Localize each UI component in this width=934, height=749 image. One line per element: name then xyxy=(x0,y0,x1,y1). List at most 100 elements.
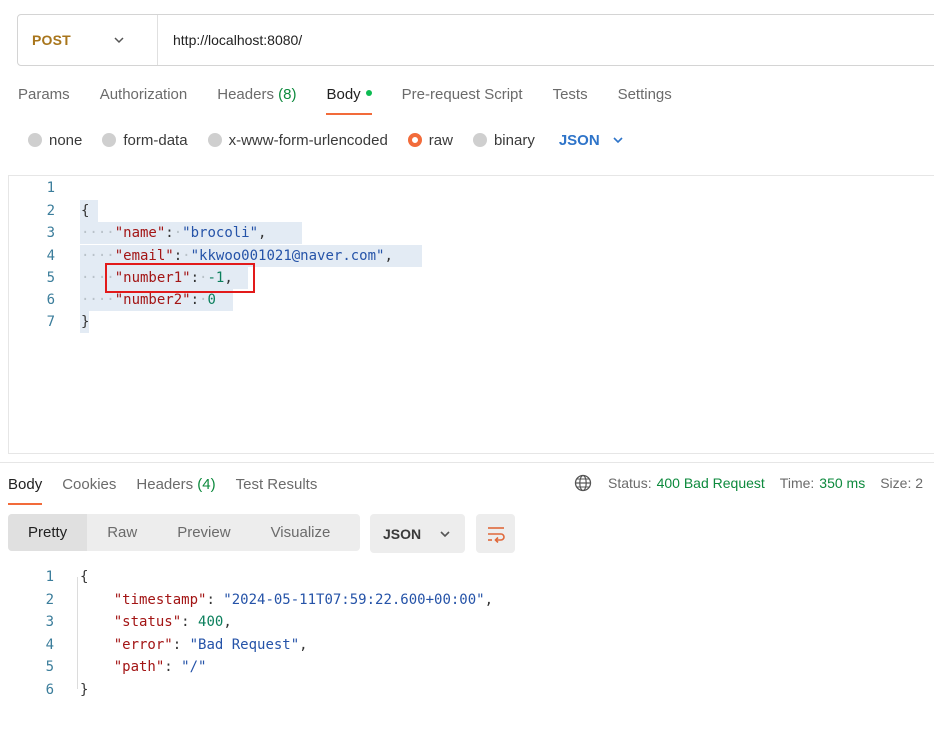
json-key: "email" xyxy=(114,248,174,264)
tab-label: Headers xyxy=(217,86,274,103)
tab-label: Settings xyxy=(617,86,672,103)
json-value: "/" xyxy=(181,659,207,675)
response-format-dropdown[interactable]: JSON xyxy=(370,514,465,553)
method-selector[interactable]: POST xyxy=(18,15,158,65)
radio-none[interactable]: none xyxy=(28,132,82,149)
line-number: 2 xyxy=(45,592,54,608)
request-body-editor[interactable]: 1 2{ 3 ····"name":·"brocoli", 4 ····"email… xyxy=(8,175,934,454)
radio-circle-icon xyxy=(207,133,222,147)
json-key: "number2" xyxy=(114,292,191,308)
line-number: 6 xyxy=(45,682,54,698)
response-format-label: JSON xyxy=(383,525,422,542)
tab-label: Test Results xyxy=(235,476,318,493)
headers-count: (4) xyxy=(197,476,216,493)
radio-urlencoded[interactable]: x-www-form-urlencoded xyxy=(207,131,388,149)
line-number: 7 xyxy=(46,314,55,330)
response-tab-body[interactable]: Body xyxy=(8,472,43,505)
wrap-lines-button[interactable] xyxy=(476,514,515,553)
tab-params[interactable]: Params xyxy=(18,82,70,112)
tab-body[interactable]: Body xyxy=(326,82,372,115)
radio-label: form-data xyxy=(123,131,188,149)
line-number: 2 xyxy=(46,203,55,219)
status-label: Status: xyxy=(608,475,652,491)
json-value: "Bad Request" xyxy=(189,637,300,653)
line-number: 3 xyxy=(45,614,54,630)
json-key: "timestamp" xyxy=(113,592,207,608)
json-value: 400 xyxy=(198,614,224,630)
url-input[interactable]: http://localhost:8080/ xyxy=(158,32,302,48)
size-label: Size: 2 xyxy=(880,475,924,491)
view-mode-visualize[interactable]: Visualize xyxy=(251,514,351,551)
pane-divider[interactable] xyxy=(0,462,934,463)
radio-label: x-www-form-urlencoded xyxy=(228,131,388,149)
line-number: 3 xyxy=(46,225,55,241)
json-key: "path" xyxy=(113,659,165,675)
radio-raw[interactable]: raw xyxy=(407,131,453,149)
comma: , xyxy=(384,248,393,264)
json-value: "kkwoo001021@naver.com" xyxy=(190,248,385,264)
request-bar: POST http://localhost:8080/ xyxy=(17,14,934,66)
tab-label: Tests xyxy=(552,86,588,103)
line-number: 5 xyxy=(46,270,55,286)
response-tab-cookies[interactable]: Cookies xyxy=(62,472,116,502)
view-mode-preview[interactable]: Preview xyxy=(157,514,250,551)
json-value: "brocoli" xyxy=(182,225,259,241)
tab-authorization[interactable]: Authorization xyxy=(100,82,188,112)
response-tab-headers[interactable]: Headers (4) xyxy=(136,472,215,502)
highlight-annotation-box xyxy=(105,263,255,293)
body-format-dropdown[interactable]: JSON xyxy=(559,132,624,149)
open-brace: { xyxy=(81,203,90,219)
globe-icon[interactable] xyxy=(574,474,592,492)
request-tabs: Params Authorization Headers (8) Body Pr… xyxy=(18,82,702,115)
tab-label: Body xyxy=(326,86,361,103)
tab-pre-request-script[interactable]: Pre-request Script xyxy=(402,82,523,112)
comma: , xyxy=(484,592,494,608)
tab-label: Params xyxy=(18,86,70,103)
radio-label: binary xyxy=(493,131,535,149)
tab-settings[interactable]: Settings xyxy=(618,82,672,112)
radio-binary[interactable]: binary xyxy=(472,131,535,149)
tab-label: Cookies xyxy=(62,476,117,493)
comma: , xyxy=(299,637,308,653)
method-label: POST xyxy=(32,32,71,48)
status-value: 400 Bad Request xyxy=(656,475,765,491)
tab-headers[interactable]: Headers (8) xyxy=(217,82,296,112)
time-value: 350 ms xyxy=(819,475,866,491)
chevron-down-icon xyxy=(440,530,450,537)
wrap-lines-icon xyxy=(487,526,505,543)
radio-label: raw xyxy=(428,131,453,149)
tab-label: Pre-request Script xyxy=(401,86,523,103)
close-brace: } xyxy=(81,314,90,330)
radio-circle-icon xyxy=(102,133,117,147)
view-mode-raw[interactable]: Raw xyxy=(87,514,157,551)
radio-circle-icon xyxy=(28,133,42,147)
view-mode-selector: Pretty Raw Preview Visualize xyxy=(8,514,360,551)
time-label: Time: xyxy=(779,475,815,491)
time-group[interactable]: Time: 350 ms xyxy=(780,475,865,491)
view-mode-pretty[interactable]: Pretty xyxy=(8,514,88,551)
line-number: 1 xyxy=(46,180,55,196)
json-key: "error" xyxy=(113,637,173,653)
chevron-down-icon xyxy=(114,37,124,44)
response-meta: Status: 400 Bad Request Time: 350 ms Size:… xyxy=(574,474,934,492)
size-group[interactable]: Size: 2 xyxy=(880,475,923,491)
open-brace: { xyxy=(80,569,89,585)
headers-count: (8) xyxy=(278,86,297,103)
tab-label: Headers xyxy=(136,476,194,493)
chevron-down-icon xyxy=(613,137,623,144)
radio-circle-icon xyxy=(472,133,487,147)
radio-form-data[interactable]: form-data xyxy=(102,131,188,149)
status-group[interactable]: Status: 400 Bad Request xyxy=(608,475,765,491)
line-number: 4 xyxy=(45,637,54,653)
json-value: 0 xyxy=(207,292,216,308)
response-tab-test-results[interactable]: Test Results xyxy=(236,472,318,502)
radio-selected-icon xyxy=(407,133,422,147)
json-value: "2024-05-11T07:59:22.600+00:00" xyxy=(223,592,485,608)
body-format-label: JSON xyxy=(558,131,600,149)
response-body-viewer[interactable]: 1{ 2 "timestamp": "2024-05-11T07:59:22.6… xyxy=(8,566,934,706)
modified-dot-icon xyxy=(365,90,372,97)
tab-tests[interactable]: Tests xyxy=(553,82,588,112)
line-number: 5 xyxy=(45,659,54,675)
line-number: 1 xyxy=(45,569,54,585)
json-key: "name" xyxy=(114,225,166,241)
